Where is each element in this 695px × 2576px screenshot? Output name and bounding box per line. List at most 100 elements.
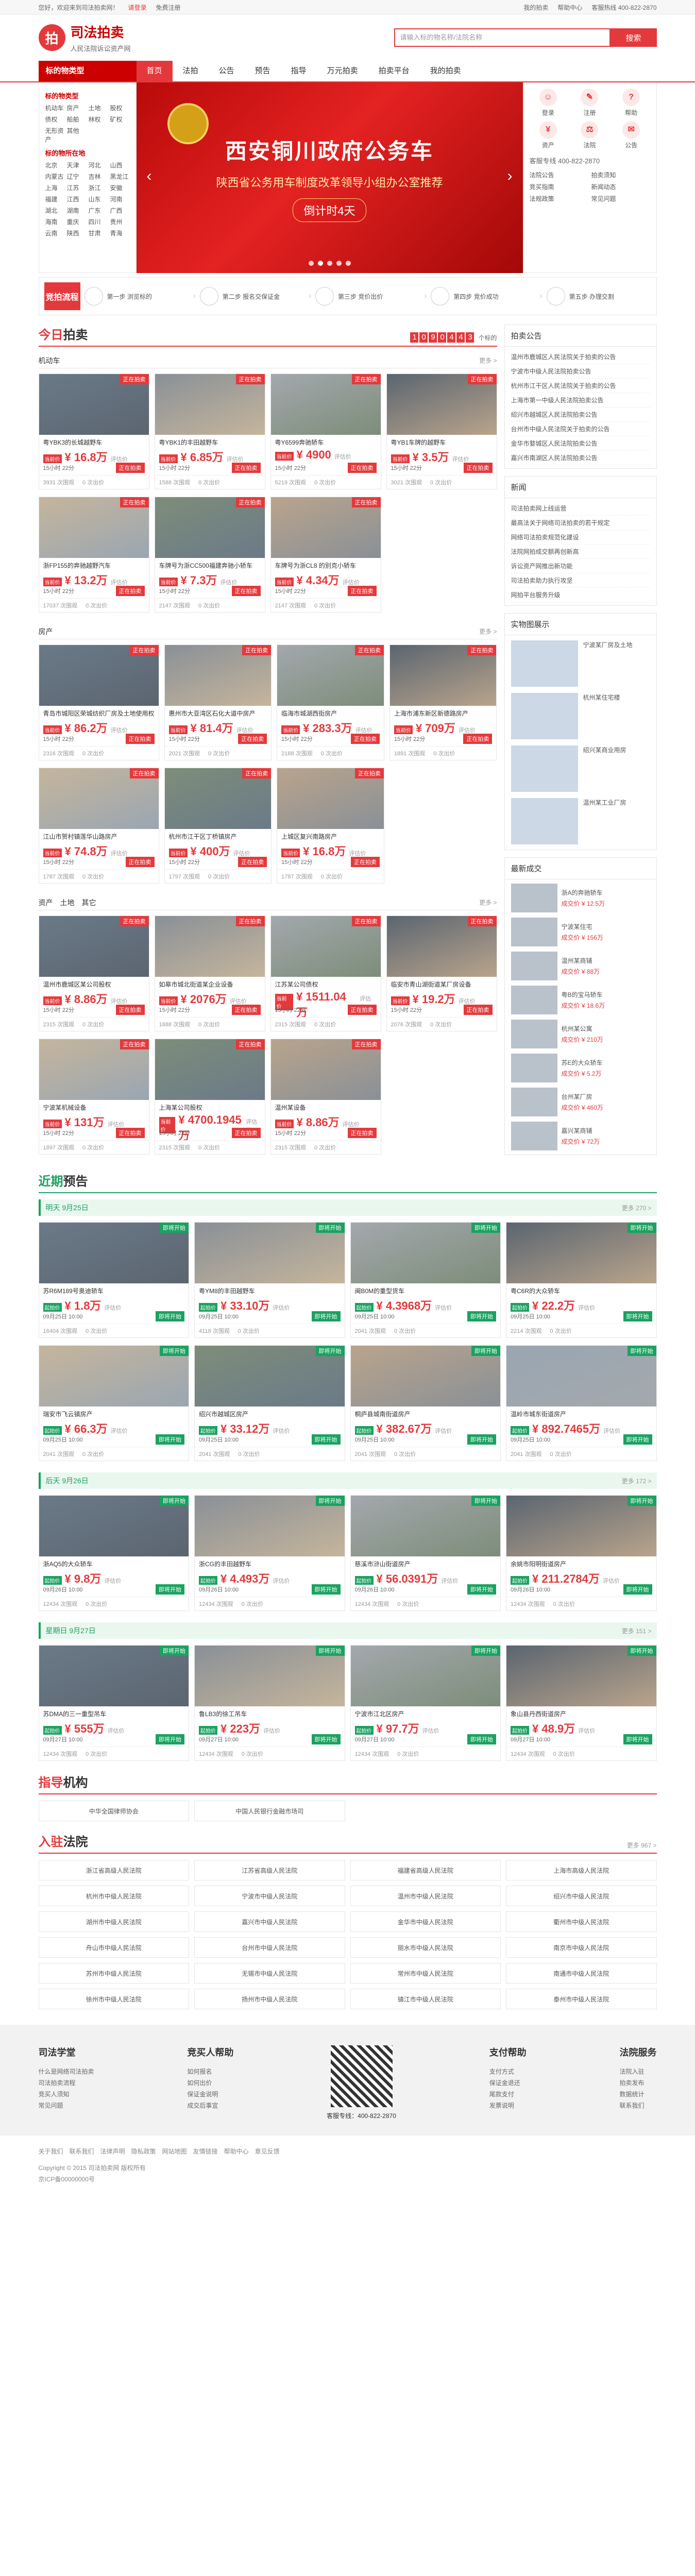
recent-item[interactable]: 嘉兴某商铺 成交价 ¥ 72万 — [511, 1122, 650, 1150]
footer-link[interactable]: 如何出价 — [187, 2077, 233, 2089]
side-news-link[interactable]: 竞买指南 — [530, 182, 588, 191]
region-link[interactable]: 青海 — [110, 229, 130, 238]
photo-item[interactable]: 绍兴某商业用房 — [511, 745, 650, 792]
bid-button[interactable]: 正在拍卖 — [347, 1005, 377, 1015]
bid-button[interactable]: 正在拍卖 — [463, 463, 493, 473]
notice-item[interactable]: 金华市婺城区人民法院拍卖公告 — [511, 436, 650, 451]
court-link[interactable]: 宁波市中级人民法院 — [194, 1886, 345, 1906]
region-link[interactable]: 广西 — [110, 206, 130, 215]
item-name[interactable]: 苏R6M189号奥迪轿车 — [39, 1283, 189, 1296]
bid-button[interactable]: 即将开始 — [156, 1434, 184, 1445]
auction-card[interactable]: 正在拍卖 临海市城湖西街房产 当前价 ¥ 283.3万 评估价 15小时 22分 正在拍卖 2… — [277, 645, 384, 760]
house-more-link[interactable]: 更多 > — [479, 627, 497, 636]
auction-card[interactable]: 正在拍卖 粤YBK3的长城越野车 当前价 ¥ 16.8万 评估价 15小时 22分 正在拍卖… — [38, 374, 149, 489]
news-item[interactable]: 网络司法拍卖规范化建设 — [511, 530, 650, 545]
bid-button[interactable]: 正在拍卖 — [115, 463, 145, 473]
nav-item-home[interactable]: 首页 — [136, 61, 173, 81]
item-image[interactable]: 正在拍卖 — [155, 374, 265, 435]
region-link[interactable]: 福建 — [45, 195, 65, 204]
bid-button[interactable]: 正在拍卖 — [115, 1128, 145, 1138]
notice-item[interactable]: 温州市鹿城区人民法院关于拍卖的公告 — [511, 350, 650, 364]
item-name[interactable]: 江苏某公司债权 — [271, 977, 381, 989]
photo-item[interactable]: 宁波某厂房及土地 — [511, 640, 650, 687]
item-name[interactable]: 瑞安市飞云镇房产 — [39, 1406, 189, 1419]
item-image[interactable]: 即将开始 — [39, 1346, 189, 1406]
region-link[interactable]: 广东 — [89, 206, 108, 215]
item-name[interactable]: 上城区复兴南路房产 — [277, 829, 384, 841]
auction-card[interactable]: 正在拍卖江苏某公司债权当前价¥ 1511.04万评估价15小时 22分正在拍卖2… — [270, 916, 381, 1031]
bid-button[interactable]: 即将开始 — [623, 1311, 652, 1321]
region-link[interactable]: 安徽 — [110, 183, 130, 192]
recent-item[interactable]: 粤B的宝马轿车 成交价 ¥ 18.6万 — [511, 986, 650, 1014]
region-link[interactable]: 黑龙江 — [110, 172, 130, 181]
item-name[interactable]: 浙AQ5的大众轿车 — [39, 1556, 189, 1569]
nav-item-my[interactable]: 我的拍卖 — [420, 61, 471, 81]
bid-button[interactable]: 即将开始 — [623, 1434, 652, 1445]
footer-link[interactable]: 支付方式 — [489, 2066, 527, 2077]
bid-button[interactable]: 正在拍卖 — [463, 734, 493, 744]
item-name[interactable]: 象山县丹西街道房产 — [506, 1706, 656, 1719]
category-menu-title[interactable]: 标的物类型 — [38, 61, 137, 81]
footer-link[interactable]: 数据统计 — [620, 2089, 657, 2100]
item-image[interactable]: 即将开始 — [506, 1646, 656, 1706]
item-name[interactable]: 宁波某机械设备 — [39, 1100, 149, 1112]
news-item[interactable]: 诉讼资产网推出新功能 — [511, 559, 650, 573]
auction-card[interactable]: 即将开始 瑞安市飞云镇房产 起拍价 ¥ 66.3万 评估价 09月25日 10:00 即将开… — [38, 1345, 189, 1461]
banner-dots[interactable] — [308, 261, 351, 266]
day1-more-link[interactable]: 更多 270 > — [622, 1204, 652, 1212]
footer-link[interactable]: 常见问题 — [39, 2100, 94, 2111]
court-link[interactable]: 湖州市中级人民法院 — [38, 1911, 189, 1932]
item-name[interactable]: 江山市贺村镇莲华山路房产 — [39, 829, 159, 841]
item-image[interactable]: 正在拍卖 — [164, 645, 272, 706]
court-link[interactable]: 台州市中级人民法院 — [194, 1937, 345, 1958]
search-button[interactable]: 搜索 — [610, 28, 657, 47]
side-icon-asset[interactable]: ¥ 资产 — [530, 121, 567, 149]
bid-button[interactable]: 正在拍卖 — [115, 1005, 145, 1015]
region-link[interactable]: 河北 — [89, 161, 108, 170]
item-image[interactable]: 正在拍卖 — [155, 497, 265, 558]
type-link[interactable]: 矿权 — [110, 115, 130, 124]
court-link[interactable]: 南通市中级人民法院 — [506, 1963, 657, 1984]
court-link[interactable]: 金华市中级人民法院 — [350, 1911, 501, 1932]
recent-item[interactable]: 杭州某公寓 成交价 ¥ 210万 — [511, 1020, 650, 1048]
login-link[interactable]: 请登录 — [128, 3, 147, 12]
photo-item[interactable]: 杭州某住宅楼 — [511, 693, 650, 739]
item-image[interactable]: 即将开始 — [506, 1346, 656, 1406]
vehicle-more-link[interactable]: 更多 > — [479, 356, 497, 365]
item-name[interactable]: 苏DMA的三一重型吊车 — [39, 1706, 189, 1719]
court-link[interactable]: 嘉兴市中级人民法院 — [194, 1911, 345, 1932]
court-link[interactable]: 舟山市中级人民法院 — [38, 1937, 189, 1958]
side-news-link[interactable]: 常见问题 — [591, 194, 650, 203]
auction-card[interactable]: 正在拍卖 浙FP155的奔驰越野汽车 当前价 ¥ 13.2万 评估价 15小时 22分 正在… — [38, 497, 149, 613]
item-name[interactable]: 上海某公司股权 — [155, 1100, 265, 1112]
type-link[interactable]: 船舶 — [67, 115, 87, 124]
region-link[interactable]: 海南 — [45, 217, 65, 226]
news-item[interactable]: 司法拍卖助力执行攻坚 — [511, 573, 650, 588]
item-image[interactable]: 正在拍卖 — [39, 768, 159, 829]
nav-item-guide[interactable]: 指导 — [281, 61, 317, 81]
bottom-link[interactable]: 联系我们 — [70, 2146, 94, 2157]
bid-button[interactable]: 即将开始 — [467, 1584, 496, 1595]
item-name[interactable]: 粤YBK1的丰田越野车 — [155, 435, 265, 447]
item-image[interactable]: 即将开始 — [506, 1223, 656, 1283]
bid-button[interactable]: 即将开始 — [467, 1434, 496, 1445]
item-image[interactable]: 正在拍卖 — [270, 497, 381, 558]
footer-link[interactable]: 拍卖发布 — [620, 2077, 657, 2089]
auction-card[interactable]: 即将开始 宁波市江北区房产 起拍价 ¥ 97.7万 评估价 09月27日 10:00 即将开… — [350, 1645, 501, 1761]
type-link[interactable]: 股权 — [110, 104, 130, 112]
nav-item-notice[interactable]: 公告 — [209, 61, 245, 81]
item-image[interactable]: 正在拍卖 — [164, 768, 272, 829]
news-item[interactable]: 网拍平台服务升级 — [511, 588, 650, 602]
recent-item[interactable]: 温州某商铺 成交价 ¥ 88万 — [511, 952, 650, 980]
bid-button[interactable]: 即将开始 — [311, 1584, 341, 1595]
region-link[interactable]: 陕西 — [67, 229, 87, 238]
bid-button[interactable]: 正在拍卖 — [347, 1128, 377, 1138]
bottom-link[interactable]: 意见反馈 — [255, 2146, 280, 2157]
notice-item[interactable]: 绍兴市越城区人民法院拍卖公告 — [511, 408, 650, 422]
auction-card[interactable]: 正在拍卖 上海市浦东新区新德路房产 当前价 ¥ 709万 评估价 15小时 22分 正在拍卖… — [389, 645, 497, 760]
item-name[interactable]: 温岭市城东街道房产 — [506, 1406, 656, 1419]
nav-item-platform[interactable]: 拍卖平台 — [368, 61, 420, 81]
auction-card[interactable]: 正在拍卖 如皋市城北街道某企业设备 当前价 ¥ 2076万 评估价 15小时 22分 正在拍… — [154, 916, 265, 1031]
tab-asset[interactable]: 资产 — [39, 897, 53, 908]
auction-card[interactable]: 正在拍卖 温州某设备 当前价 ¥ 8.86万 评估价 15小时 22分 正在拍卖 2315 次… — [270, 1039, 381, 1155]
